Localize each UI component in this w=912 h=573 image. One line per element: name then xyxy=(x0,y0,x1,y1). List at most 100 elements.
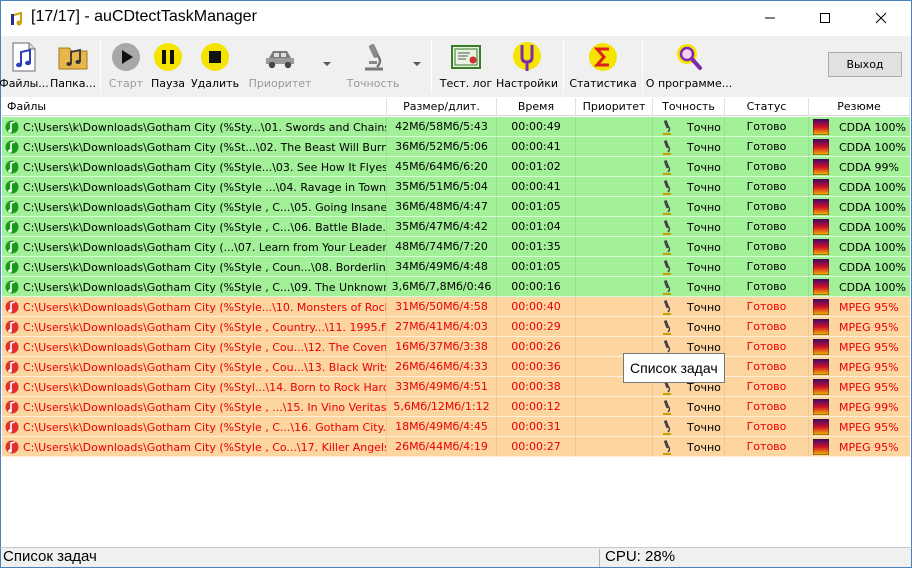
column-header-priority[interactable]: Приоритет xyxy=(576,98,653,116)
priority-cell xyxy=(576,197,653,217)
table-row[interactable]: C:\Users\k\Downloads\Gotham City (%Styl.… xyxy=(2,377,910,397)
settings-label: Настройки xyxy=(495,77,559,90)
music-note-icon xyxy=(5,400,19,414)
table-row[interactable]: C:\Users\k\Downloads\Gotham City (%Style… xyxy=(2,297,910,317)
tuning-fork-icon xyxy=(513,42,541,71)
file-path: C:\Users\k\Downloads\Gotham City (%Style… xyxy=(23,260,387,274)
status-cell: Готово xyxy=(725,317,809,337)
table-row[interactable]: C:\Users\k\Downloads\Gotham City (%St...… xyxy=(2,137,910,157)
column-header-result[interactable]: Резюме xyxy=(809,98,910,116)
result-value: MPEG 95% xyxy=(839,340,899,354)
start-button[interactable]: Старт xyxy=(107,40,145,94)
result-value: MPEG 95% xyxy=(839,420,899,434)
microscope-icon xyxy=(663,400,671,415)
status-divider xyxy=(599,549,600,567)
minimize-button[interactable] xyxy=(747,1,793,35)
status-cell: Готово xyxy=(725,397,809,417)
task-list[interactable]: Файлы Размер/длит. Время Приоритет Точно… xyxy=(0,97,912,547)
maximize-button[interactable] xyxy=(802,1,848,35)
table-row[interactable]: C:\Users\k\Downloads\Gotham City (...\07… xyxy=(2,237,910,257)
result-value: MPEG 99% xyxy=(839,400,899,414)
status-cell: Готово xyxy=(725,177,809,197)
pause-icon xyxy=(154,43,182,71)
table-row[interactable]: C:\Users\k\Downloads\Gotham City (%Sty..… xyxy=(2,117,910,137)
accuracy-cell: Точно xyxy=(653,317,725,337)
table-row[interactable]: C:\Users\k\Downloads\Gotham City (%Style… xyxy=(2,257,910,277)
table-row[interactable]: C:\Users\k\Downloads\Gotham City (%Style… xyxy=(2,337,910,357)
table-row[interactable]: C:\Users\k\Downloads\Gotham City (%Style… xyxy=(2,357,910,377)
accuracy-cell: Точно xyxy=(653,297,725,317)
files-button[interactable]: Файлы... xyxy=(0,40,49,94)
result-value: MPEG 95% xyxy=(839,440,899,454)
column-header-files[interactable]: Файлы xyxy=(2,98,387,116)
about-button[interactable]: О программе... xyxy=(646,40,732,94)
accuracy-value: Точно xyxy=(687,240,721,254)
file-cell: C:\Users\k\Downloads\Gotham City (%Style… xyxy=(2,317,387,337)
priority-cell xyxy=(576,397,653,417)
accuracy-cell: Точно xyxy=(653,237,725,257)
close-button[interactable] xyxy=(858,1,904,35)
priority-dropdown-arrow[interactable] xyxy=(323,62,331,66)
table-row[interactable]: C:\Users\k\Downloads\Gotham City (%Style… xyxy=(2,437,910,457)
column-header-accuracy[interactable]: Точность xyxy=(653,98,725,116)
accuracy-cell: Точно xyxy=(653,437,725,457)
pause-button[interactable]: Пауза xyxy=(149,40,187,94)
table-body: C:\Users\k\Downloads\Gotham City (%Sty..… xyxy=(2,117,910,457)
table-row[interactable]: C:\Users\k\Downloads\Gotham City (%Style… xyxy=(2,277,910,297)
spectrum-icon xyxy=(813,379,829,395)
table-row[interactable]: C:\Users\k\Downloads\Gotham City (%Style… xyxy=(2,317,910,337)
size-cell: 31Мб/50Мб/4:58 xyxy=(387,297,497,317)
column-header-status[interactable]: Статус xyxy=(725,98,809,116)
size-cell: 45Мб/64Мб/6:20 xyxy=(387,157,497,177)
spectrum-icon xyxy=(813,279,829,295)
table-row[interactable]: C:\Users\k\Downloads\Gotham City (%Style… xyxy=(2,397,910,417)
status-cell: Готово xyxy=(725,337,809,357)
file-path: C:\Users\k\Downloads\Gotham City (%Style… xyxy=(23,360,387,374)
exit-button[interactable]: Выход xyxy=(828,52,902,77)
result-cell: CDDA 100% xyxy=(809,257,910,277)
spectrum-icon xyxy=(813,159,829,175)
size-cell: 16Мб/37Мб/3:38 xyxy=(387,337,497,357)
music-note-icon xyxy=(5,200,19,214)
file-cell: C:\Users\k\Downloads\Gotham City (%Style… xyxy=(2,157,387,177)
priority-button[interactable]: Приоритет xyxy=(248,40,312,94)
table-row[interactable]: C:\Users\k\Downloads\Gotham City (%Style… xyxy=(2,417,910,437)
microscope-icon xyxy=(663,220,671,235)
music-file-icon xyxy=(12,42,36,72)
folder-button[interactable]: Папка... xyxy=(50,40,96,94)
microscope-icon xyxy=(663,120,671,135)
result-value: MPEG 95% xyxy=(839,300,899,314)
table-row[interactable]: C:\Users\k\Downloads\Gotham City (%Style… xyxy=(2,157,910,177)
delete-button[interactable]: Удалить xyxy=(191,40,239,94)
result-cell: MPEG 95% xyxy=(809,357,910,377)
time-cell: 00:00:12 xyxy=(497,397,576,417)
accuracy-cell: Точно xyxy=(653,177,725,197)
table-row[interactable]: C:\Users\k\Downloads\Gotham City (%Style… xyxy=(2,177,910,197)
column-header-time[interactable]: Время xyxy=(497,98,576,116)
accuracy-button[interactable]: Точность xyxy=(345,40,401,94)
size-cell: 33Мб/49Мб/4:51 xyxy=(387,377,497,397)
microscope-icon xyxy=(663,260,671,275)
toolbar-separator xyxy=(563,40,564,94)
file-path: C:\Users\k\Downloads\Gotham City (%Style… xyxy=(23,400,387,414)
file-path: C:\Users\k\Downloads\Gotham City (...\07… xyxy=(23,240,387,254)
statistics-button[interactable]: Статистика xyxy=(569,40,637,94)
music-note-icon xyxy=(5,340,19,354)
table-row[interactable]: C:\Users\k\Downloads\Gotham City (%Style… xyxy=(2,197,910,217)
time-cell: 00:00:41 xyxy=(497,137,576,157)
file-path: C:\Users\k\Downloads\Gotham City (%Style… xyxy=(23,220,387,234)
accuracy-dropdown-arrow[interactable] xyxy=(413,62,421,66)
table-row[interactable]: C:\Users\k\Downloads\Gotham City (%Style… xyxy=(2,217,910,237)
time-cell: 00:00:38 xyxy=(497,377,576,397)
time-cell: 00:01:02 xyxy=(497,157,576,177)
test-log-button[interactable]: Тест. лог xyxy=(438,40,494,94)
spectrum-icon xyxy=(813,299,829,315)
column-header-size[interactable]: Размер/длит. xyxy=(387,98,497,116)
settings-button[interactable]: Настройки xyxy=(495,40,559,94)
spectrum-icon xyxy=(813,359,829,375)
accuracy-value: Точно xyxy=(687,120,721,134)
time-cell: 00:00:40 xyxy=(497,297,576,317)
file-cell: C:\Users\k\Downloads\Gotham City (%Sty..… xyxy=(2,117,387,137)
test-log-label: Тест. лог xyxy=(439,77,493,90)
folder-label: Папка... xyxy=(49,77,97,90)
